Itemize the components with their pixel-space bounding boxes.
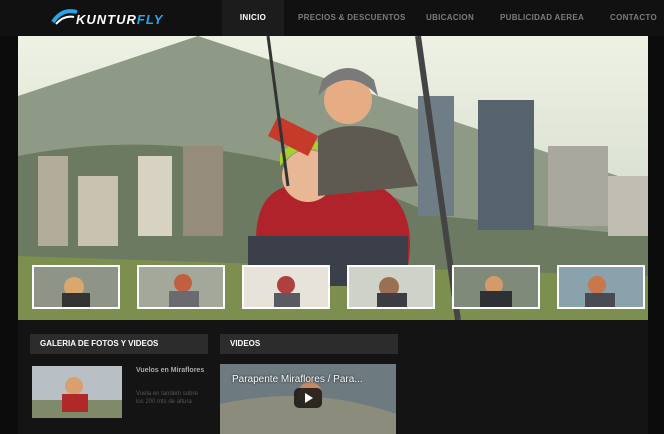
thumbnail-1[interactable] — [32, 265, 120, 309]
main-nav: INICIO PRECIOS & DESCUENTOS UBICACION PU… — [222, 0, 664, 36]
logo-text-fly: FLY — [136, 12, 164, 27]
logo-text-kuntur: KUNTUR — [76, 12, 137, 27]
video-title[interactable]: Parapente Miraflores / Para... — [232, 374, 363, 385]
thumbnail-2[interactable] — [137, 265, 225, 309]
thumbnail-4[interactable] — [347, 265, 435, 309]
thumbnail-3[interactable] — [242, 265, 330, 309]
video-player[interactable]: Parapente Miraflores / Para... — [220, 364, 396, 434]
thumbnail-6[interactable] — [557, 265, 645, 309]
videos-title: VIDEOS — [220, 334, 398, 354]
play-icon[interactable] — [294, 388, 322, 408]
content-section: GALERIA DE FOTOS Y VIDEOS VIDEOS Vuelos … — [18, 320, 648, 434]
gallery-item-desc: Vuela en tandem sobre los 200 mts de alt… — [136, 391, 198, 405]
nav-item-contacto[interactable]: CONTACTO — [596, 0, 664, 36]
thumbnail-5[interactable] — [452, 265, 540, 309]
site-logo[interactable]: KUNTURFLY — [50, 6, 190, 30]
logo-text: KUNTURFLY — [76, 12, 163, 27]
nav-item-ubicacion[interactable]: UBICACION — [412, 0, 486, 36]
nav-item-inicio[interactable]: INICIO — [222, 0, 284, 36]
site-header: KUNTURFLY INICIO PRECIOS & DESCUENTOS UB… — [0, 0, 664, 36]
gallery-title: GALERIA DE FOTOS Y VIDEOS — [30, 334, 208, 354]
gallery-item-image[interactable] — [32, 366, 122, 418]
nav-item-publicidad[interactable]: PUBLICIDAD AEREA — [486, 0, 596, 36]
gallery-item-heading[interactable]: Vuelos en Miraflores — [136, 366, 206, 376]
nav-item-precios[interactable]: PRECIOS & DESCUENTOS — [284, 0, 412, 36]
